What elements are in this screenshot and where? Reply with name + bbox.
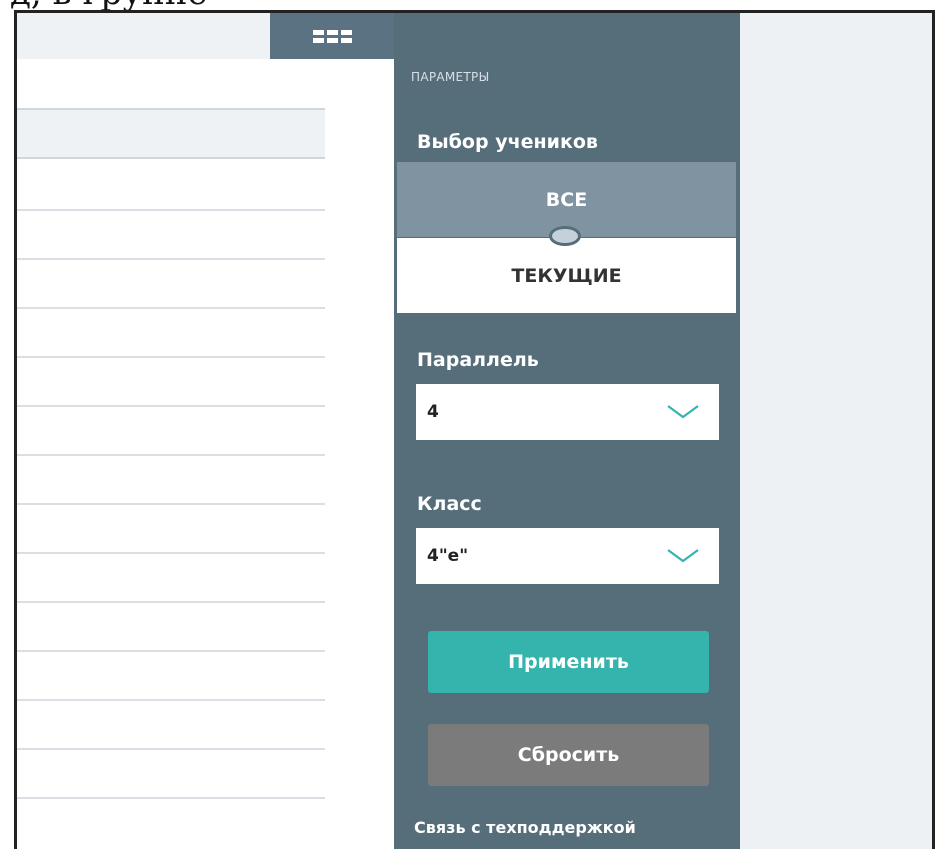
grid-menu-icon (312, 29, 352, 43)
table-row-divider (17, 601, 325, 603)
right-blank-area (740, 13, 934, 849)
chevron-down-icon (667, 549, 699, 563)
parallel-select[interactable]: 4 (416, 384, 719, 440)
clipped-heading-text: д, в группе (10, 0, 208, 10)
top-clipped-strip: д, в группе (0, 0, 938, 10)
support-link[interactable]: Связь с техподдержкой (414, 818, 636, 837)
frame-border (932, 10, 935, 849)
content-header (17, 13, 270, 59)
table-row-divider (17, 650, 325, 652)
table-row-divider (17, 454, 325, 456)
parallel-label: Параллель (417, 349, 539, 371)
app-menu-button[interactable] (270, 13, 394, 59)
class-select-value: 4"е" (427, 546, 469, 566)
student-select-title: Выбор учеников (417, 131, 598, 153)
table-row-divider (17, 405, 325, 407)
table-row-divider (17, 356, 325, 358)
table-row-divider (17, 307, 325, 309)
chevron-down-icon (667, 405, 699, 419)
apply-button[interactable]: Применить (428, 631, 709, 693)
table-row-divider (17, 258, 325, 260)
table-row-divider (17, 797, 325, 799)
class-select[interactable]: 4"е" (416, 528, 719, 584)
class-label: Класс (417, 493, 482, 515)
reset-button[interactable]: Сбросить (428, 724, 709, 786)
frame-border (14, 10, 934, 13)
parameters-sidebar: ПАРАМЕТРЫ Выбор учеников ВСЕ ТЕКУЩИЕ Пар… (394, 13, 740, 849)
parallel-select-value: 4 (427, 402, 439, 422)
app-frame: ПАРАМЕТРЫ Выбор учеников ВСЕ ТЕКУЩИЕ Пар… (14, 10, 934, 849)
table-row-divider (17, 748, 325, 750)
table-row-divider (17, 503, 325, 505)
frame-border (14, 10, 17, 849)
table-row-divider (17, 699, 325, 701)
table-row-divider (17, 552, 325, 554)
table-header (17, 108, 325, 159)
option-current[interactable]: ТЕКУЩИЕ (397, 238, 736, 313)
toggle-switch-knob[interactable] (549, 226, 581, 246)
parameters-label: ПАРАМЕТРЫ (411, 70, 490, 84)
table-row-divider (17, 209, 325, 211)
